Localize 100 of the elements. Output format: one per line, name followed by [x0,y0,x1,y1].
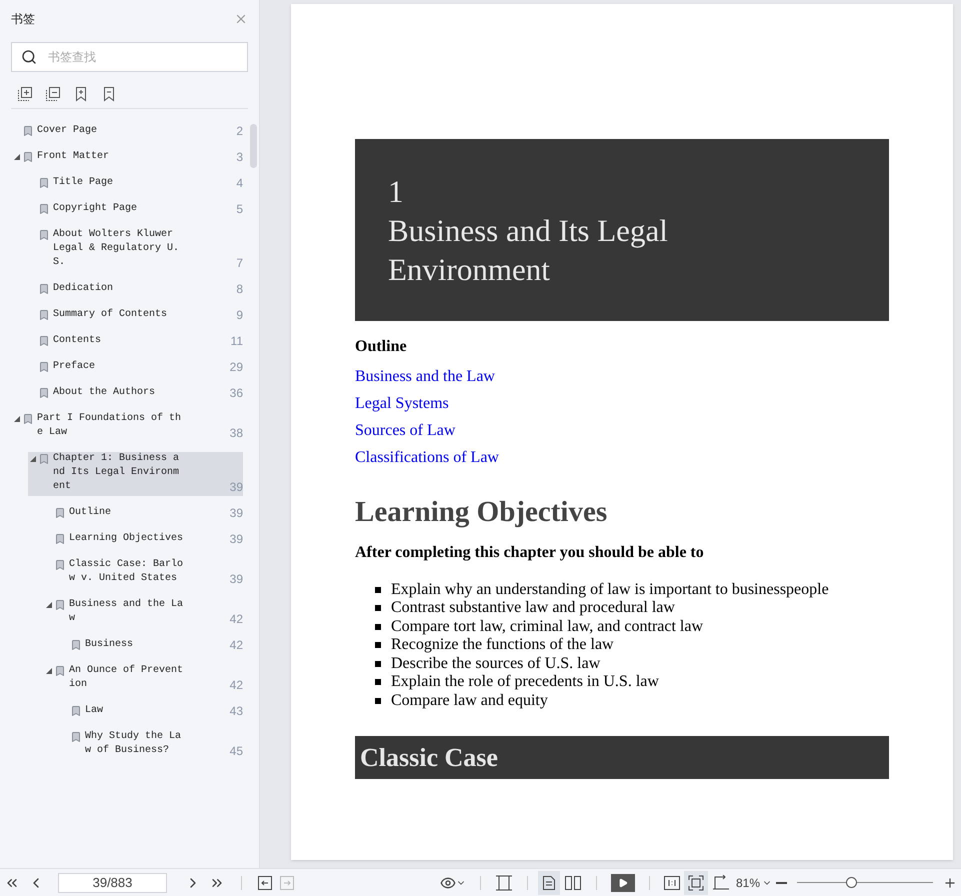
bookmark-label: About Wolters Kluwer Legal & Regulatory U.S. [53,228,180,270]
bookmark-icon [38,387,50,399]
page-number: 38 [230,426,243,440]
bookmark-icon [70,731,82,743]
section-heading: Learning Objectives [355,495,608,530]
bullet-icon [375,679,381,686]
bookmark-item[interactable]: About the Authors 36 [28,386,243,402]
collapse-all-icon[interactable] [45,86,61,102]
bookmark-item[interactable]: About Wolters Kluwer Legal & Regulatory U.S. 7 [28,228,243,272]
bookmark-label: Title Page [53,176,114,190]
page-number: 2 [236,124,243,138]
objective-text: Explain the role of precedents in U.S. law [391,672,659,692]
bookmark-icon [38,177,50,189]
bookmark-icon [38,283,50,295]
bookmark-icon [38,361,50,373]
bookmark-label: Classic Case: Barlow v. United States [69,558,184,586]
chapter-number: 1 [388,173,404,211]
bullet-icon [375,642,381,648]
page-number: 39 [230,480,243,494]
bookmark-item[interactable]: An Ounce of Prevention 42 [44,664,243,694]
bookmark-item[interactable]: Business and the Law 42 [44,598,243,628]
scrollbar-thumb[interactable] [250,124,257,168]
bookmark-item[interactable]: Dedication 8 [28,282,243,298]
page-number: 5 [236,202,243,216]
bookmark-label: Cover Page [37,124,98,138]
expanded-triangle-icon[interactable] [30,456,36,462]
bookmark-icon [38,335,50,347]
outline-link[interactable]: Business and the Law [355,367,495,386]
bookmark-label: Business and the Law [69,598,184,626]
outline-link[interactable]: Classifications of Law [355,448,499,467]
zoom-slider[interactable] [797,876,933,888]
page-field[interactable]: 39/883 [58,872,167,892]
page-number: 4 [236,176,243,190]
play-button[interactable] [610,874,635,892]
bookmark-item[interactable]: Business 42 [60,638,243,654]
bookmark-item[interactable]: Title Page 4 [28,176,243,192]
bookmark-label: Part I Foundations of the Law [37,412,182,440]
add-bookmark-icon[interactable] [73,86,89,102]
page-number: 7 [236,256,243,270]
case-heading: Classic Case [355,736,889,779]
expand-all-icon[interactable] [17,86,33,102]
bullet-icon [375,605,381,612]
bookmark-item[interactable]: Front Matter 3 [12,150,243,166]
bookmark-item[interactable]: Contents 11 [28,334,243,350]
bookmark-icon [38,229,50,241]
bookmark-item[interactable]: Classic Case: Barlow v. United States 39 [44,558,243,588]
close-button[interactable] [234,12,248,26]
bookmark-label: Law [85,704,104,718]
back-icon [258,876,272,890]
bookmark-icon [70,705,82,717]
bookmark-icon [22,413,34,425]
single-page-button[interactable] [538,870,560,894]
two-page-icon [564,874,582,890]
page-number: 39 [230,532,243,546]
bookmark-label: An Ounce of Prevention [69,664,184,692]
actual-size-icon [664,876,680,890]
page-number: 39 [230,572,243,586]
expanded-triangle-icon[interactable] [46,602,52,608]
bookmark-icon [38,203,50,215]
search-icon [21,49,37,65]
bookmark-item[interactable]: Cover Page 2 [12,124,243,140]
bullet-icon [375,624,381,630]
bookmark-label: Chapter 1: Business and Its Legal Environment [53,452,180,494]
outline-link[interactable]: Sources of Law [355,421,456,440]
panel-title: 书签 [11,11,35,28]
remove-bookmark-icon[interactable] [101,86,117,102]
zoom-in-icon [943,876,957,890]
page-number: 39 [230,506,243,520]
bookmark-label: Business [85,638,134,652]
rotate-icon [712,874,730,890]
objective-text: Compare tort law, criminal law, and contract law [391,616,704,637]
page-number: 43 [230,704,243,718]
outline-link[interactable]: Legal Systems [355,394,449,413]
bookmark-item[interactable]: Law 43 [60,704,243,720]
fit-page-icon [688,874,704,890]
bookmark-item[interactable]: Copyright Page 5 [28,202,243,218]
search-field[interactable]: 书签查找 [11,42,248,72]
bookmark-item[interactable]: Why Study the Law of Business? 45 [60,730,243,760]
zoom-dropdown[interactable]: 81% [736,874,772,892]
bookmark-item[interactable]: Summary of Contents 9 [28,308,243,324]
bookmark-icon [54,559,66,571]
bookmark-item[interactable]: Outline 39 [44,506,243,522]
bookmark-icon [54,599,66,611]
forward-icon [280,876,294,890]
bookmark-item[interactable]: Learning Objectives 39 [44,532,243,548]
bookmark-item[interactable]: Preface 29 [28,360,243,376]
slider-thumb[interactable] [846,877,858,888]
objective-text: Describe the sources of U.S. law [391,654,600,674]
bookmark-icon [38,453,50,465]
page-number: 3 [236,150,243,164]
expanded-triangle-icon[interactable] [46,668,52,674]
single-page-icon [542,874,556,890]
expanded-triangle-icon[interactable] [14,416,20,422]
fit-page-button[interactable] [684,870,708,894]
bookmark-item[interactable]: Part I Foundations of the Law 38 [12,412,243,442]
bookmark-item[interactable]: Chapter 1: Business and Its Legal Environment 39 [28,452,243,496]
page-number: 36 [230,386,243,400]
expanded-triangle-icon[interactable] [14,154,20,160]
bookmark-icon [38,309,50,321]
page-number: 8 [236,282,243,296]
